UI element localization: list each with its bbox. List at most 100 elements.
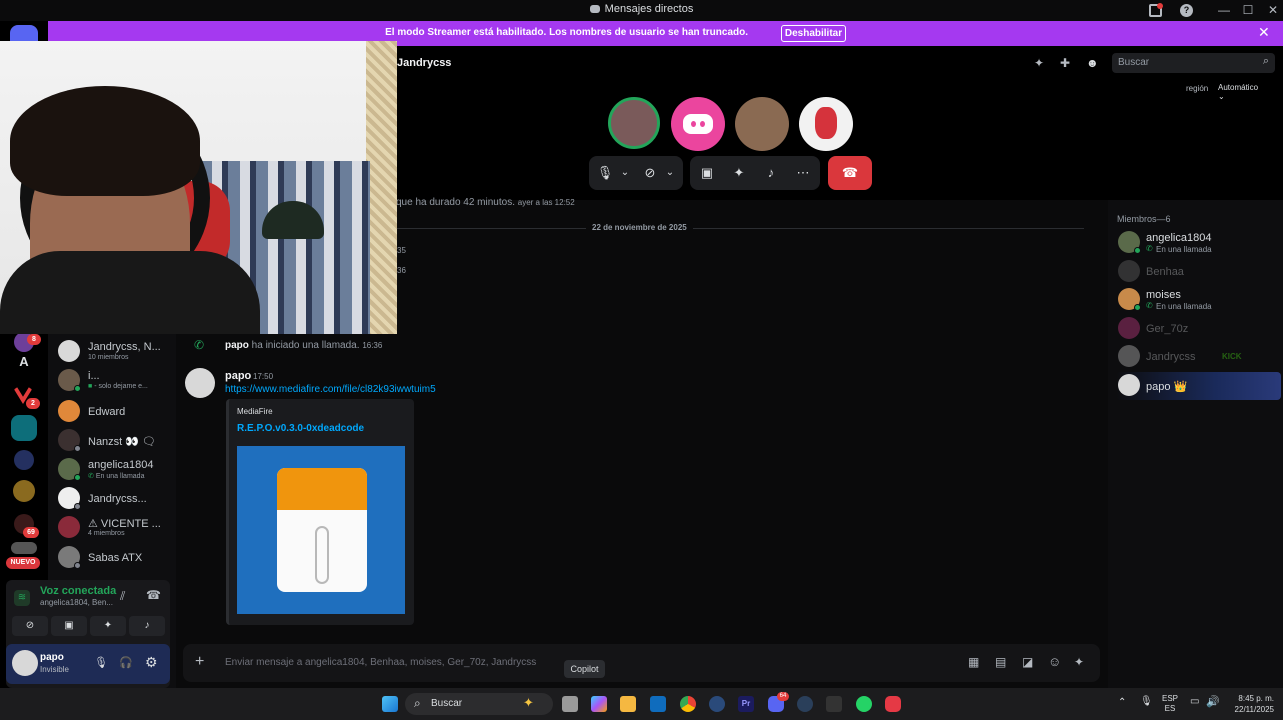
dm-item[interactable]: Sabas ATX: [56, 544, 172, 572]
browser-icon[interactable]: [709, 696, 725, 712]
more-icon[interactable]: ⋯: [792, 162, 814, 184]
call-started-message: ✆ papo ha iniciado una llamada. 16:36: [194, 338, 383, 352]
member-item[interactable]: Jandrycss KICK: [1116, 343, 1276, 371]
apps-icon[interactable]: ✦: [1074, 655, 1084, 669]
server-icon[interactable]: [14, 450, 34, 470]
offline-indicator: [74, 503, 81, 510]
member-item[interactable]: Ger_70z: [1116, 315, 1276, 343]
sticker-icon[interactable]: ◪: [1022, 655, 1033, 669]
add-friend-icon[interactable]: ✚: [1060, 56, 1070, 70]
members-header: Miembros—6: [1117, 214, 1171, 224]
dm-item[interactable]: Jandrycss, N... 10 miembros: [56, 338, 172, 366]
disable-streamer-button[interactable]: Deshabilitar: [781, 25, 846, 42]
region-select[interactable]: Automático ⌄: [1218, 83, 1258, 101]
outlook-icon[interactable]: [650, 696, 666, 712]
camera-chevron-icon[interactable]: ⌄: [659, 162, 681, 184]
search-box[interactable]: Buscar ⌕: [1112, 53, 1275, 73]
dm-item[interactable]: ⚠ VICENTE ... 4 miembros: [56, 514, 172, 542]
emoji-icon[interactable]: ☺: [1048, 654, 1061, 669]
activities-icon[interactable]: ✦: [728, 162, 750, 184]
phone-icon: ✆: [88, 473, 96, 480]
date-divider: 22 de noviembre de 2025: [586, 223, 693, 232]
members-icon[interactable]: ☻: [1086, 56, 1099, 70]
screen-share-button[interactable]: ▣: [51, 616, 87, 636]
gift-icon[interactable]: ▦: [968, 655, 979, 669]
participant-avatar[interactable]: [671, 97, 725, 151]
premiere-icon[interactable]: Pr: [738, 696, 754, 712]
clock[interactable]: 8:45 p. m. 22/11/2025: [1224, 693, 1274, 715]
mic-button[interactable]: 🎙: [594, 162, 616, 184]
webcam-overlay: [0, 41, 397, 334]
member-item[interactable]: moises ✆ En una llamada: [1116, 286, 1276, 314]
message-input-placeholder[interactable]: Enviar mensaje a angelica1804, Benhaa, m…: [225, 657, 536, 668]
server-icon[interactable]: [11, 542, 37, 554]
message-link[interactable]: https://www.mediafire.com/file/cl82k93iw…: [225, 384, 436, 395]
settings-icon[interactable]: ⚙: [145, 654, 158, 671]
pin-icon[interactable]: ✦: [1034, 56, 1044, 70]
taskbar-search[interactable]: ⌕ Buscar ✦: [405, 693, 553, 715]
dm-item[interactable]: Nanzst 👀 🗨: [56, 427, 172, 455]
user-avatar[interactable]: [12, 650, 38, 676]
start-button[interactable]: [382, 696, 398, 712]
member-item[interactable]: papo 👑: [1116, 372, 1281, 400]
app-icon[interactable]: [885, 696, 901, 712]
participant-avatar[interactable]: [799, 97, 853, 151]
soundboard-icon[interactable]: ♪: [760, 162, 782, 184]
dm-item[interactable]: Jandrycss...: [56, 485, 172, 513]
dm-item[interactable]: Edward: [56, 398, 172, 426]
call-user[interactable]: papo: [225, 340, 249, 351]
gif-icon[interactable]: ▤: [995, 655, 1006, 669]
copilot-sparkle-icon: ✦: [523, 695, 534, 710]
attach-icon[interactable]: +: [195, 653, 204, 671]
screen-share-icon[interactable]: ▣: [696, 162, 718, 184]
noise-suppression-icon[interactable]: ⫽: [120, 589, 125, 604]
hangup-button[interactable]: ☎: [828, 156, 872, 190]
member-item[interactable]: Benhaa: [1116, 258, 1276, 286]
participant-avatar[interactable]: [608, 97, 660, 149]
server-icon[interactable]: [11, 415, 37, 441]
dm-item[interactable]: angelica1804 ✆ En una llamada: [56, 456, 172, 484]
server-icon[interactable]: [13, 480, 35, 502]
copilot-icon[interactable]: [591, 696, 607, 712]
camera-button[interactable]: ⊘: [639, 162, 661, 184]
tray-chevron-icon[interactable]: ⌃: [1118, 697, 1126, 708]
inbox-icon[interactable]: [1149, 3, 1163, 17]
chrome-icon[interactable]: [680, 696, 696, 712]
tray-mic-icon[interactable]: 🎙: [1140, 696, 1153, 707]
headphones-icon[interactable]: 🎧: [119, 656, 133, 669]
camera-off-button[interactable]: ⊘: [12, 616, 48, 636]
epic-icon[interactable]: [826, 696, 842, 712]
voice-status[interactable]: Voz conectada: [40, 585, 116, 597]
embed-provider: MediaFire: [237, 407, 273, 416]
embed-image[interactable]: [237, 446, 405, 614]
dm-name: ⚠ VICENTE ...: [88, 518, 161, 530]
minimize-button[interactable]: —: [1216, 2, 1232, 18]
dm-sub: 4 miembros: [88, 530, 125, 537]
help-icon[interactable]: ?: [1180, 4, 1193, 17]
message-author[interactable]: papo: [225, 370, 251, 382]
close-banner-icon[interactable]: ✕: [1258, 24, 1270, 41]
message-avatar[interactable]: [185, 368, 215, 398]
server-letter-a[interactable]: A: [14, 354, 34, 374]
message-composer[interactable]: + Enviar mensaje a angelica1804, Benhaa,…: [183, 644, 1100, 682]
language-indicator[interactable]: ESP ES: [1162, 694, 1178, 714]
disconnect-icon[interactable]: ☎: [146, 588, 161, 602]
mic-icon[interactable]: 🎙: [94, 656, 108, 669]
dm-name: Jandrycss, N...: [88, 341, 161, 353]
close-window-button[interactable]: ✕: [1265, 2, 1281, 18]
volume-icon[interactable]: 🔊: [1206, 695, 1220, 708]
activities-button[interactable]: ✦: [90, 616, 126, 636]
embed-title[interactable]: R.E.P.O.v0.3.0-0xdeadcode: [237, 423, 364, 434]
soundboard-button[interactable]: ♪: [129, 616, 165, 636]
participant-avatar[interactable]: [735, 97, 789, 151]
whatsapp-icon[interactable]: [856, 696, 872, 712]
message: papo 17:50 https://www.mediafire.com/fil…: [185, 366, 785, 626]
network-icon[interactable]: ▭: [1190, 696, 1199, 707]
mic-chevron-icon[interactable]: ⌄: [614, 162, 636, 184]
steam-icon[interactable]: [797, 696, 813, 712]
member-item[interactable]: angelica1804 ✆ En una llamada: [1116, 229, 1276, 257]
store-icon[interactable]: [620, 696, 636, 712]
maximize-button[interactable]: ☐: [1240, 2, 1256, 18]
dm-item[interactable]: i... ■ - solo dejame e...: [56, 367, 172, 395]
task-view-icon[interactable]: [562, 696, 578, 712]
